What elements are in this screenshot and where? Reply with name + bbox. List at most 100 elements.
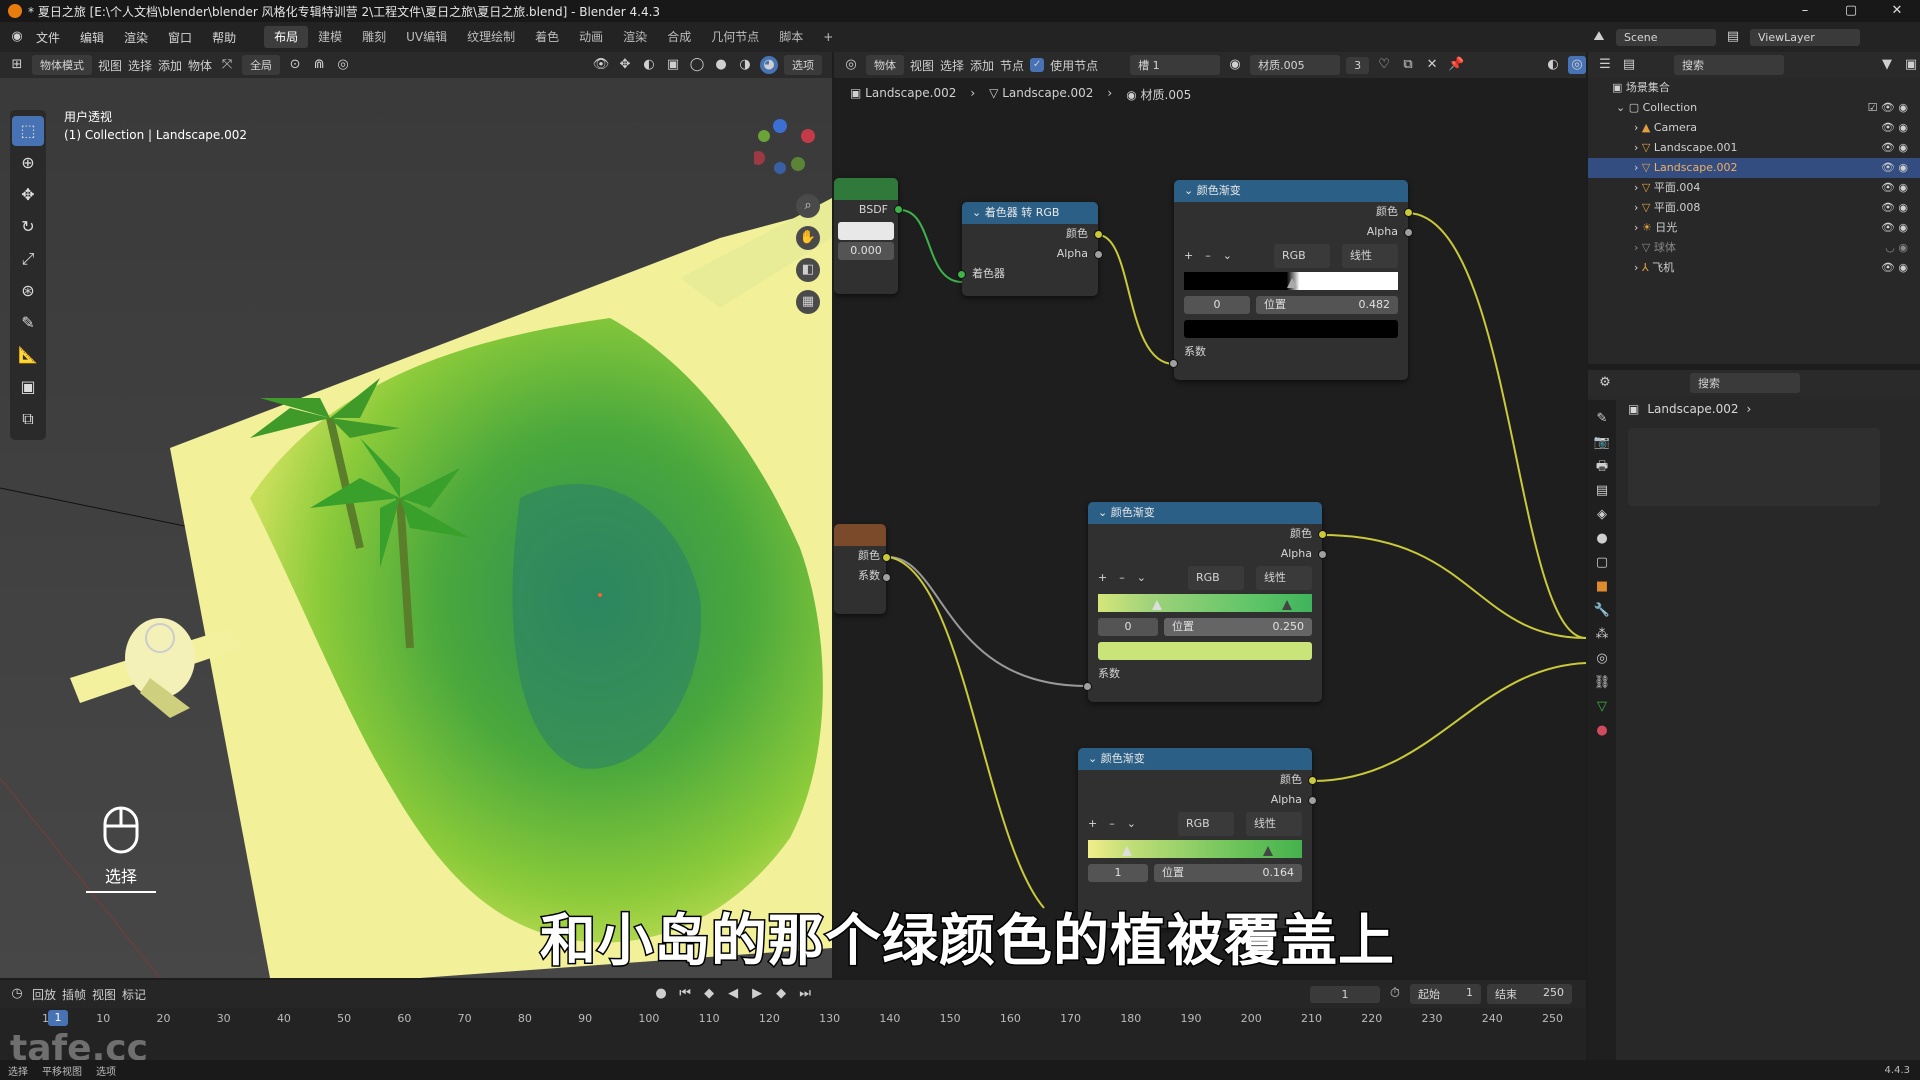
current-frame-field[interactable]: 1 — [1310, 985, 1380, 1003]
view-layer-tab-icon[interactable]: ▤ — [1593, 482, 1611, 500]
ramp2-alpha-socket[interactable] — [1318, 550, 1327, 559]
timeline-menu-playback[interactable]: 回放 — [32, 986, 56, 1003]
editor-type-icon[interactable]: ⊞ — [8, 56, 26, 74]
ramp2-stop-handle-1[interactable] — [1151, 600, 1162, 610]
measure-tool[interactable]: 📐 — [12, 340, 44, 370]
outliner-item-landscape-002[interactable]: › ▽ Landscape.002 👁 ◉ — [1588, 158, 1920, 178]
outliner-item-sun[interactable]: › ☀ 日光 👁 ◉ — [1588, 218, 1920, 238]
ramp2-color-socket[interactable] — [1318, 530, 1327, 539]
menu-edit[interactable]: 编辑 — [70, 29, 114, 46]
tab-texture-paint[interactable]: 纹理绘制 — [457, 26, 525, 48]
ramp-menu-icon[interactable]: ⌄ — [1127, 814, 1136, 834]
ramp2-fac-socket[interactable] — [1083, 682, 1092, 691]
gizmo-icon[interactable]: ✥ — [616, 56, 634, 74]
collection-tab-icon[interactable]: ▢ — [1593, 554, 1611, 572]
menu-render[interactable]: 渲染 — [114, 29, 158, 46]
ramp1-position-field[interactable]: 位置 0.482 — [1256, 296, 1398, 314]
node-menu-add[interactable]: 添加 — [970, 57, 994, 74]
xray-icon[interactable]: ▣ — [664, 56, 682, 74]
shader-to-rgb-input-socket[interactable] — [957, 270, 966, 279]
color-ramp-3-header[interactable]: ⌄ 颜色渐变 — [1078, 748, 1312, 770]
ramp1-color-mode[interactable]: RGB — [1274, 244, 1330, 268]
jump-end-icon[interactable]: ⏭ — [796, 985, 814, 1003]
ramp3-color-mode[interactable]: RGB — [1178, 812, 1234, 836]
tab-sculpting[interactable]: 雕刻 — [352, 26, 396, 48]
outliner-type-icon[interactable]: ☰ — [1596, 56, 1614, 74]
outliner-item-plane-008[interactable]: › ▽ 平面.008 👁 ◉ — [1588, 198, 1920, 218]
material-users-count[interactable]: 3 — [1346, 56, 1370, 74]
menu-window[interactable]: 窗口 — [158, 29, 202, 46]
visibility-icon[interactable]: 👁 — [592, 56, 610, 74]
color-ramp-node-1[interactable]: ⌄ 颜色渐变 颜色 Alpha + – ⌄ RGB 线性 0 位置 0.482 系数 — [1169, 180, 1413, 380]
ramp2-stop-index[interactable]: 0 — [1098, 618, 1158, 636]
expand-icon[interactable]: › — [1634, 218, 1638, 238]
ramp-menu-icon[interactable]: ⌄ — [1223, 246, 1232, 266]
node-editor-type-icon[interactable]: ◎ — [842, 56, 860, 74]
ramp2-stop-handle-2[interactable] — [1282, 600, 1293, 610]
outliner-item-landscape-001[interactable]: › ▽ Landscape.001 👁 ◉ — [1588, 138, 1920, 158]
tab-uv-editing[interactable]: UV编辑 — [396, 26, 457, 48]
visibility-toggles[interactable]: 👁 ◉ — [1881, 118, 1908, 138]
scale-tool[interactable]: ⤢ — [12, 244, 44, 274]
breadcrumb-material[interactable]: ◉ 材质.005 — [1126, 86, 1191, 103]
maximize-button[interactable]: ▢ — [1828, 0, 1874, 22]
tab-shading[interactable]: 着色 — [525, 26, 569, 48]
expand-icon[interactable]: › — [1634, 258, 1638, 278]
outliner-item-sphere[interactable]: › ▽ 球体 ◡ ◉ — [1588, 238, 1920, 258]
expand-icon[interactable]: › — [1634, 158, 1638, 178]
minimize-button[interactable]: – — [1782, 0, 1828, 22]
tab-rendering[interactable]: 渲染 — [613, 26, 657, 48]
tab-layout[interactable]: 布局 — [264, 26, 309, 48]
object-tab-icon[interactable]: ■ — [1593, 578, 1611, 596]
camera-view-icon[interactable]: ◧ — [796, 258, 820, 282]
overlay-icon[interactable]: ◐ — [640, 56, 658, 74]
timeline-type-icon[interactable]: ◷ — [8, 985, 26, 1003]
tab-animation[interactable]: 动画 — [569, 26, 613, 48]
tab-scripting[interactable]: 脚本 — [769, 26, 813, 48]
expand-icon[interactable]: › — [1634, 238, 1638, 258]
material-name-field[interactable]: 材质.005 — [1250, 55, 1341, 75]
duplicate-material-icon[interactable]: ⧉ — [1399, 56, 1417, 74]
ramp3-alpha-socket[interactable] — [1308, 796, 1317, 805]
unlink-material-icon[interactable]: ✕ — [1423, 56, 1441, 74]
properties-type-icon[interactable]: ⚙ — [1596, 374, 1614, 392]
blender-menu-icon[interactable]: ◉ — [8, 28, 26, 46]
shader-to-rgb-alpha-socket[interactable] — [1094, 250, 1103, 259]
bsdf-output-socket[interactable] — [894, 205, 903, 214]
menu-help[interactable]: 帮助 — [202, 29, 246, 46]
select-tool[interactable]: ⬚ — [12, 116, 44, 146]
mode-selector[interactable]: 物体模式 — [32, 55, 92, 75]
add-stop-button[interactable]: + — [1088, 814, 1097, 834]
expand-icon[interactable]: › — [1634, 178, 1638, 198]
add-cube-tool[interactable]: ▣ — [12, 372, 44, 402]
move-tool[interactable]: ✥ — [12, 180, 44, 210]
ramp2-interpolation[interactable]: 线性 — [1256, 566, 1312, 590]
modifier-tab-icon[interactable]: 🔧 — [1593, 602, 1611, 620]
render-tab-icon[interactable]: 📷 — [1593, 434, 1611, 452]
outliner-item-camera[interactable]: › ▲ Camera 👁 ◉ — [1588, 118, 1920, 138]
bsdf-node[interactable]: BSDF 0.000 — [834, 178, 903, 294]
constraints-tab-icon[interactable]: ⛓ — [1593, 674, 1611, 692]
breadcrumb-object[interactable]: ▣ Landscape.002 — [850, 86, 956, 103]
remove-stop-button[interactable]: – — [1205, 246, 1211, 266]
node-overlay-icon[interactable]: ◐ — [1544, 56, 1562, 74]
ramp1-stop-index[interactable]: 0 — [1184, 296, 1250, 314]
start-frame-field[interactable]: 起始 1 — [1410, 984, 1481, 1004]
ramp2-stop-color-swatch[interactable] — [1098, 642, 1312, 660]
extrude-tool[interactable]: ⧉ — [12, 404, 44, 434]
scene-tab-icon[interactable]: ◈ — [1593, 506, 1611, 524]
shading-material-icon[interactable]: ◑ — [736, 56, 754, 74]
ramp3-stop-handle-2[interactable] — [1263, 846, 1274, 856]
node-menu-view[interactable]: 视图 — [910, 57, 934, 74]
ramp2-gradient-bar[interactable] — [1098, 594, 1312, 612]
remove-stop-button[interactable]: – — [1119, 568, 1125, 588]
visibility-toggles[interactable]: ◡ ◉ — [1885, 238, 1908, 258]
ramp1-fac-socket[interactable] — [1169, 359, 1178, 368]
ramp3-stop-handle-1[interactable] — [1122, 846, 1133, 856]
expand-icon[interactable]: › — [1634, 198, 1638, 218]
collapse-icon[interactable]: ⌄ — [1184, 184, 1193, 197]
material-slot-selector[interactable]: 槽 1 — [1130, 55, 1221, 75]
grid-view-icon[interactable]: ▦ — [796, 290, 820, 314]
partial-node-left[interactable]: 颜色 系数 — [834, 524, 891, 614]
transform-tool[interactable]: ⊛ — [12, 276, 44, 306]
